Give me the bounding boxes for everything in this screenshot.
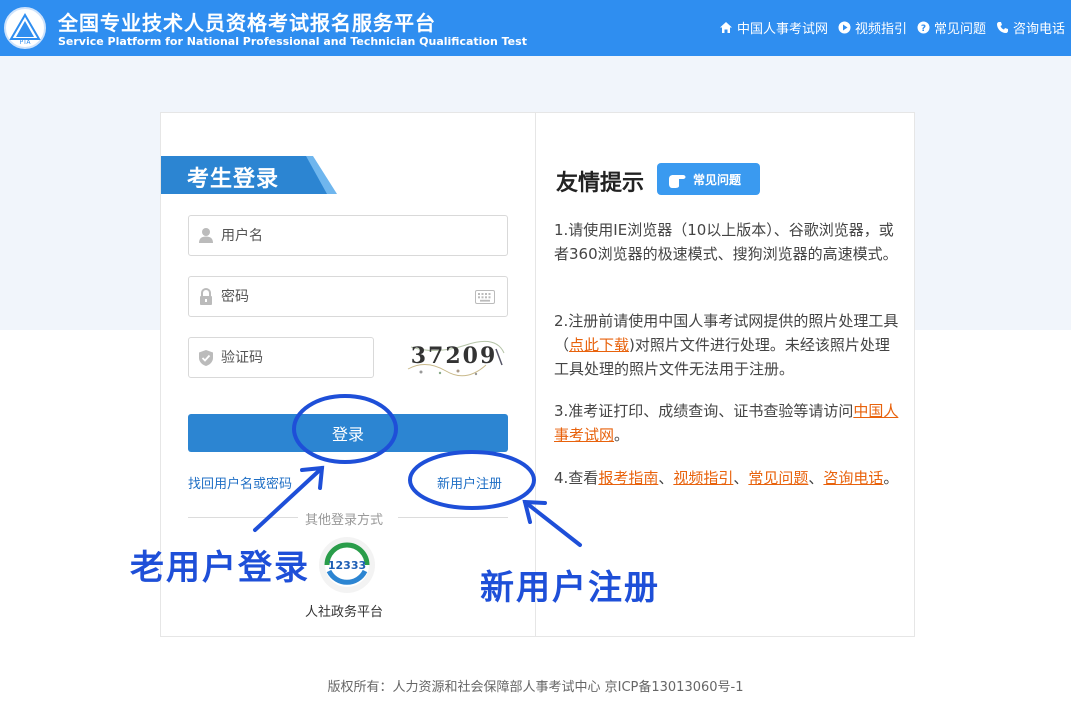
new-user-arrow [522,499,582,547]
footer-copyright: 版权所有：人力资源和社会保障部人事考试中心 京ICP备13013060号-1 [327,680,744,695]
old-user-arrow [253,465,325,532]
new-user-annotation: 新用户注册 [480,568,660,608]
register-link-highlight-ellipse [408,450,536,510]
login-button-highlight-ellipse [292,394,398,464]
old-user-annotation: 老用户登录 [130,548,310,588]
